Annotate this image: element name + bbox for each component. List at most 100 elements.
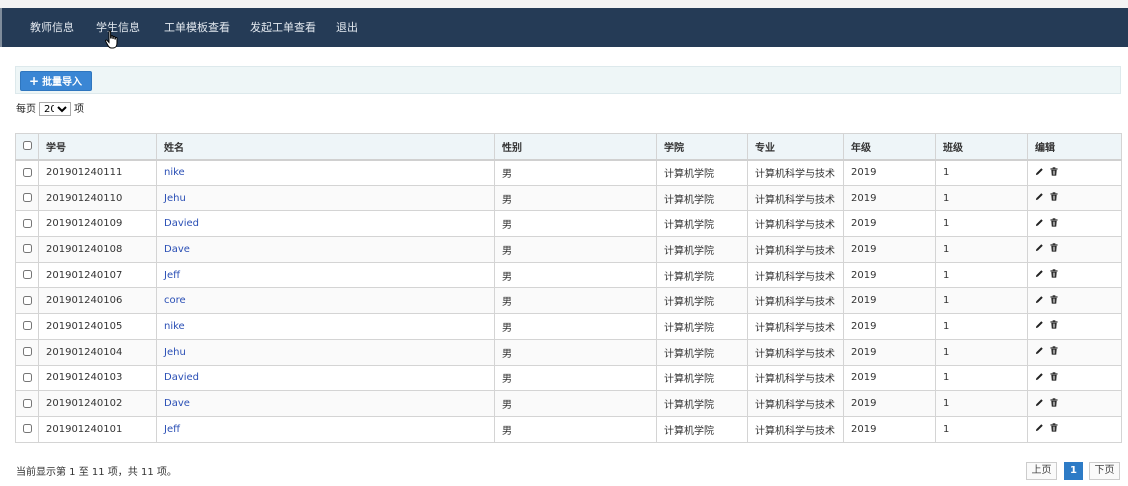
cell-class: 1 [935,184,1028,212]
cell-edit [1027,236,1122,263]
cell-major: 计算机科学与技术 [747,287,844,315]
student-name-link[interactable]: Jeff [164,424,180,435]
cell-grade: 2019 [843,338,936,366]
table-row[interactable]: 201901240102 Dave 男计算机学院 计算机科学与技术 2019 1 [15,390,1122,417]
cell-edit [1027,159,1122,186]
cell-college: 计算机学院 [656,236,748,263]
pencil-icon[interactable] [1035,167,1044,176]
cell-major: 计算机科学与技术 [747,184,844,212]
row-checkbox[interactable] [23,295,32,305]
student-name-link[interactable]: core [164,295,186,306]
student-name-link[interactable]: Jehu [164,193,186,204]
pencil-icon[interactable] [1035,423,1044,432]
row-checkbox[interactable] [23,193,32,203]
nav-item-logout[interactable]: 退出 [336,8,358,47]
hand-cursor-icon [105,30,118,49]
cell-grade: 2019 [843,159,936,186]
header-gender[interactable]: 性别 [494,133,657,161]
trash-icon[interactable] [1050,269,1058,278]
cell-gender: 男 [494,159,657,186]
header-grade[interactable]: 年级 [843,133,936,161]
prev-page-button[interactable]: 上页 [1026,462,1057,480]
cell-gender: 男 [494,210,657,238]
cell-class: 1 [935,415,1028,443]
header-student-id[interactable]: 学号 [38,133,157,161]
row-checkbox-cell [15,287,39,315]
pencil-icon[interactable] [1035,218,1044,227]
student-name-link[interactable]: Dave [164,244,190,255]
student-name-link[interactable]: Jeff [164,270,180,281]
trash-icon[interactable] [1050,372,1058,381]
nav-item-teacher-info[interactable]: 教师信息 [30,8,74,47]
header-class[interactable]: 班级 [935,133,1028,161]
student-name-link[interactable]: Davied [164,218,199,229]
cell-major: 计算机科学与技术 [747,338,844,366]
cell-student-id: 201901240106 [38,287,157,315]
trash-icon[interactable] [1050,192,1058,201]
table-body: 201901240111 nike 男计算机学院 计算机科学与技术 2019 1 20190… [15,159,1122,443]
cell-student-id: 201901240111 [38,159,157,186]
pencil-icon[interactable] [1035,295,1044,304]
row-checkbox[interactable] [23,244,32,254]
pencil-icon[interactable] [1035,346,1044,355]
table-row[interactable]: 201901240109 Davied 男计算机学院 计算机科学与技术 2019 1 [15,210,1122,238]
student-name-link[interactable]: Davied [164,372,199,383]
trash-icon[interactable] [1050,346,1058,355]
student-name-link[interactable]: nike [164,167,185,178]
row-checkbox[interactable] [23,218,32,228]
row-checkbox[interactable] [23,372,32,382]
table-row[interactable]: 201901240101 Jeff 男计算机学院 计算机科学与技术 2019 1 [15,415,1122,443]
trash-icon[interactable] [1050,423,1058,432]
nav-item-ticket-template[interactable]: 工单模板查看 [164,8,230,47]
row-checkbox[interactable] [23,321,32,331]
table-row[interactable]: 201901240106 core 男计算机学院 计算机科学与技术 2019 1 [15,287,1122,315]
pencil-icon[interactable] [1035,398,1044,407]
table-row[interactable]: 201901240111 nike 男计算机学院 计算机科学与技术 2019 1 [15,159,1122,186]
trash-icon[interactable] [1050,397,1058,407]
batch-import-button[interactable]: + 批量导入 [20,71,93,91]
student-name-link[interactable]: Jehu [164,347,186,358]
cell-major: 计算机科学与技术 [747,415,844,443]
row-checkbox[interactable] [23,167,32,177]
header-name[interactable]: 姓名 [156,133,495,161]
next-page-button[interactable]: 下页 [1089,462,1120,480]
table-row[interactable]: 201901240104 Jehu 男计算机学院 计算机科学与技术 2019 1 [15,338,1122,366]
cell-grade: 2019 [843,236,936,263]
table-row[interactable]: 201901240110 Jehu 男计算机学院 计算机科学与技术 2019 1 [15,184,1122,212]
table-row[interactable]: 201901240105 nike 男计算机学院 计算机科学与技术 2019 1 [15,313,1122,340]
trash-icon[interactable] [1050,218,1058,227]
student-name-link[interactable]: Dave [164,398,190,409]
page-1-button[interactable]: 1 [1064,462,1083,480]
trash-icon[interactable] [1050,295,1058,304]
cell-gender: 男 [494,287,657,315]
pencil-icon[interactable] [1035,243,1044,252]
row-checkbox[interactable] [23,424,32,434]
select-all-checkbox[interactable] [23,141,32,151]
student-name-link[interactable]: nike [164,321,185,332]
cell-college: 计算机学院 [656,287,748,315]
header-college[interactable]: 学院 [656,133,748,161]
page-size-select[interactable]: 20 [39,102,71,116]
pencil-icon[interactable] [1035,269,1044,278]
table-row[interactable]: 201901240108 Dave 男计算机学院 计算机科学与技术 2019 1 [15,236,1122,263]
pencil-icon[interactable] [1035,192,1044,201]
pencil-icon[interactable] [1035,320,1044,329]
row-checkbox[interactable] [23,270,32,280]
trash-icon[interactable] [1050,320,1058,330]
nav-item-ticket-launch[interactable]: 发起工单查看 [250,8,316,47]
cell-name: Jehu [156,184,495,212]
cell-major: 计算机科学与技术 [747,313,844,340]
cell-college: 计算机学院 [656,210,748,238]
row-checkbox-cell [15,313,39,340]
header-major[interactable]: 专业 [747,133,844,161]
pencil-icon[interactable] [1035,372,1044,381]
page-size-suffix: 项 [74,104,84,115]
row-checkbox[interactable] [23,347,32,357]
table-row[interactable]: 201901240107 Jeff 男计算机学院 计算机科学与技术 2019 1 [15,261,1122,289]
row-checkbox[interactable] [23,398,32,408]
cell-student-id: 201901240107 [38,261,157,289]
trash-icon[interactable] [1050,243,1058,252]
cell-college: 计算机学院 [656,261,748,289]
trash-icon[interactable] [1050,166,1058,176]
table-row[interactable]: 201901240103 Davied 男计算机学院 计算机科学与技术 2019 1 [15,364,1122,392]
